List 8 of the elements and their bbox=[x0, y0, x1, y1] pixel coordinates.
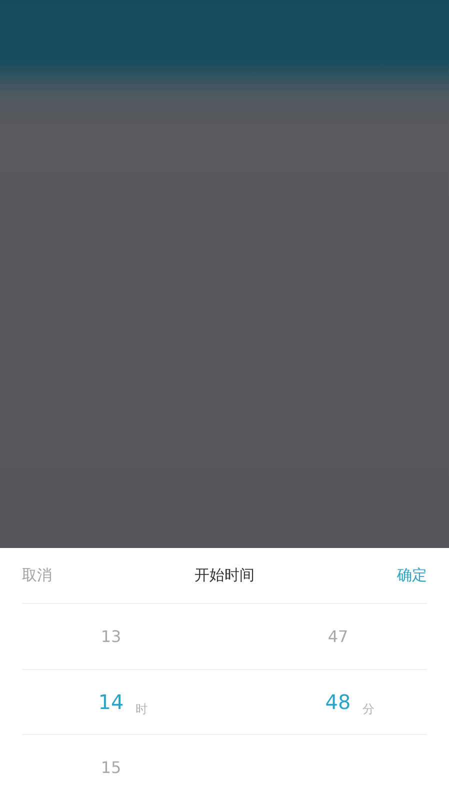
unit-label: 分 bbox=[362, 700, 375, 718]
confirm-button[interactable]: 确定 bbox=[397, 566, 427, 585]
sheet-title: 开始时间 bbox=[194, 566, 254, 585]
picker-option[interactable]: 13 bbox=[100, 626, 122, 646]
picker-option[interactable]: 15 bbox=[100, 758, 122, 778]
unit-label: 时 bbox=[136, 700, 148, 718]
picker-option[interactable]: 47 bbox=[328, 626, 348, 646]
cancel-button[interactable]: 取消 bbox=[22, 566, 52, 585]
